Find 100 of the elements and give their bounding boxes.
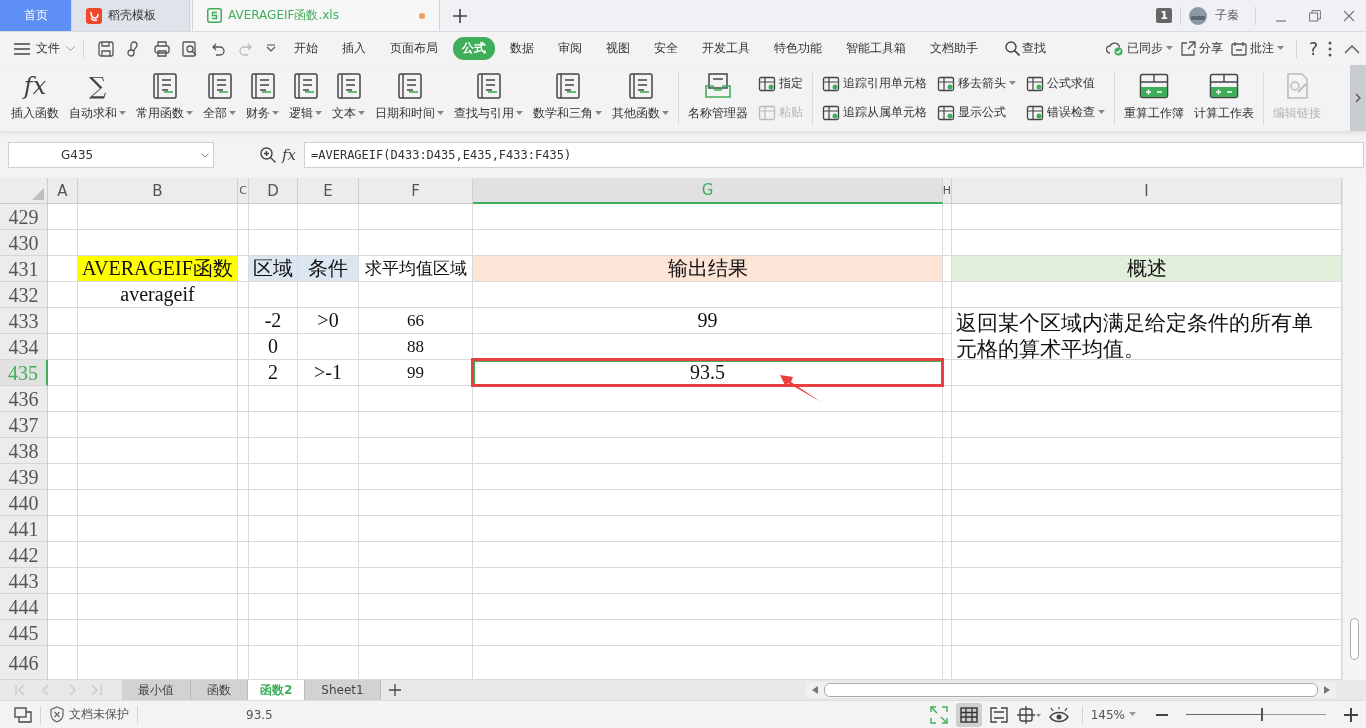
- ribbon-button[interactable]: 其他函数: [607, 65, 674, 131]
- row-header[interactable]: 441: [0, 516, 48, 542]
- table-icon: [937, 103, 955, 122]
- row-header[interactable]: 430: [0, 230, 48, 256]
- ribbon-button[interactable]: 计算工作表: [1189, 65, 1259, 131]
- share-button[interactable]: 分享: [1180, 40, 1223, 57]
- column-header[interactable]: D: [249, 178, 298, 204]
- column-header[interactable]: B: [78, 178, 238, 204]
- menu-tab[interactable]: 开始: [285, 37, 327, 60]
- document-tab[interactable]: 稻壳模板: [72, 0, 190, 31]
- sheet-tab[interactable]: Sheet1: [305, 680, 381, 700]
- row-header[interactable]: 445: [0, 620, 48, 646]
- ribbon-button[interactable]: 公式求值: [1026, 74, 1105, 93]
- sheet-tab[interactable]: 最小值: [122, 680, 191, 700]
- column-header[interactable]: I: [952, 178, 1342, 204]
- table-cell: -2: [249, 308, 298, 334]
- column-header[interactable]: F: [359, 178, 473, 204]
- menu-tab[interactable]: 智能工具箱: [837, 37, 915, 60]
- ribbon-button[interactable]: 追踪引用单元格: [822, 74, 927, 93]
- save-icon[interactable]: [98, 40, 114, 57]
- scroll-right-icon[interactable]: [1324, 686, 1330, 694]
- row-header[interactable]: 431: [0, 256, 48, 282]
- ribbon-button[interactable]: 重算工作簿: [1119, 65, 1189, 131]
- empty-cell: [298, 438, 359, 464]
- protection-status[interactable]: 文档未保护: [49, 706, 129, 723]
- table-icon: [758, 74, 776, 93]
- user-name[interactable]: 子秦: [1215, 7, 1239, 24]
- ribbon-button[interactable]: 查找与引用: [449, 65, 528, 131]
- layout-icon[interactable]: [14, 706, 32, 723]
- ribbon-button[interactable]: 常用函数: [131, 65, 198, 131]
- comment-button[interactable]: 批注: [1230, 40, 1284, 57]
- horizontal-scrollbar[interactable]: [806, 682, 1336, 698]
- file-menu[interactable]: 文件: [14, 40, 75, 57]
- menu-tab[interactable]: 安全: [645, 37, 687, 60]
- menu-tab[interactable]: 插入: [333, 37, 375, 60]
- menu-tab[interactable]: 审阅: [549, 37, 591, 60]
- ribbon-button[interactable]: ∑ 自动求和: [64, 65, 131, 131]
- zoom-level-dropdown[interactable]: 145%: [1090, 707, 1136, 722]
- row-header[interactable]: 429: [0, 204, 48, 230]
- ribbon-button[interactable]: 日期和时间: [370, 65, 449, 131]
- eye-icon: [1048, 706, 1069, 723]
- menu-tab[interactable]: 开发工具: [693, 37, 759, 60]
- column-header[interactable]: E: [298, 178, 359, 204]
- collapse-icon[interactable]: [1344, 43, 1360, 54]
- column-header[interactable]: C: [238, 178, 249, 204]
- add-sheet-icon[interactable]: [388, 684, 401, 696]
- row-header[interactable]: 446: [0, 646, 48, 680]
- restore-icon[interactable]: [1309, 9, 1321, 22]
- row-header[interactable]: 433: [0, 308, 48, 334]
- row-header[interactable]: 437: [0, 412, 48, 438]
- ribbon-button[interactable]: 数学和三角: [528, 65, 607, 131]
- menu-tab[interactable]: 特色功能: [765, 37, 831, 60]
- ribbon-button[interactable]: 全部: [198, 65, 241, 131]
- avatar-icon[interactable]: [1189, 6, 1207, 25]
- row-header[interactable]: 439: [0, 464, 48, 490]
- row-header[interactable]: 443: [0, 568, 48, 594]
- row-header[interactable]: 442: [0, 542, 48, 568]
- empty-cell: [238, 334, 249, 360]
- sync-button[interactable]: 已同步: [1105, 40, 1173, 57]
- window-count-badge[interactable]: 1: [1156, 8, 1172, 23]
- row-header[interactable]: 438: [0, 438, 48, 464]
- table-cell: 概述: [952, 256, 1342, 282]
- row-header[interactable]: 434: [0, 334, 48, 360]
- more-icon[interactable]: [1328, 40, 1332, 57]
- table-icon: [822, 103, 840, 122]
- insert-function-icon[interactable]: fx: [282, 146, 296, 164]
- ribbon-button[interactable]: 指定: [758, 74, 803, 93]
- sheet-tab[interactable]: 函数: [191, 680, 248, 700]
- ribbon-button[interactable]: 错误检查: [1026, 103, 1105, 122]
- menu-tab[interactable]: 文档助手: [921, 37, 987, 60]
- menu-tab[interactable]: 视图: [597, 37, 639, 60]
- ribbon-button[interactable]: 逻辑: [284, 65, 327, 131]
- search-button[interactable]: 查找: [996, 37, 1055, 60]
- name-box[interactable]: G435: [8, 142, 214, 168]
- row-header[interactable]: 444: [0, 594, 48, 620]
- ribbon-button[interactable]: 名称管理器: [683, 65, 753, 131]
- ribbon-button[interactable]: 显示公式: [937, 103, 1016, 122]
- ribbon-button[interactable]: 移去箭头: [937, 74, 1016, 93]
- ribbon-button[interactable]: 财务: [241, 65, 284, 131]
- menu-tab[interactable]: 数据: [501, 37, 543, 60]
- zoom-icon[interactable]: [260, 147, 276, 163]
- close-icon[interactable]: [1343, 9, 1355, 22]
- row-header[interactable]: 440: [0, 490, 48, 516]
- symbol-icon: ∑: [88, 72, 107, 100]
- row-header[interactable]: 436: [0, 386, 48, 412]
- row-header[interactable]: 432: [0, 282, 48, 308]
- normal-view-button[interactable]: [955, 702, 982, 727]
- print-icon[interactable]: [154, 40, 170, 57]
- ribbon-button[interactable]: 文本: [327, 65, 370, 131]
- scroll-left-icon[interactable]: [812, 686, 818, 694]
- formula-field[interactable]: =AVERAGEIF(D433:D435,E435,F433:F435): [304, 142, 1364, 168]
- help-button[interactable]: ?: [1308, 38, 1318, 59]
- customize-icon[interactable]: [266, 43, 276, 54]
- zoom-in-icon[interactable]: [1344, 707, 1358, 722]
- vertical-scrollbar[interactable]: [1342, 178, 1366, 680]
- menu-tab[interactable]: 页面布局: [381, 37, 447, 60]
- column-header[interactable]: A: [48, 178, 78, 204]
- ribbon-button[interactable]: fx 插入函数: [6, 65, 64, 131]
- ribbon-button[interactable]: 追踪从属单元格: [822, 103, 927, 122]
- print-preview-icon[interactable]: [182, 40, 198, 57]
